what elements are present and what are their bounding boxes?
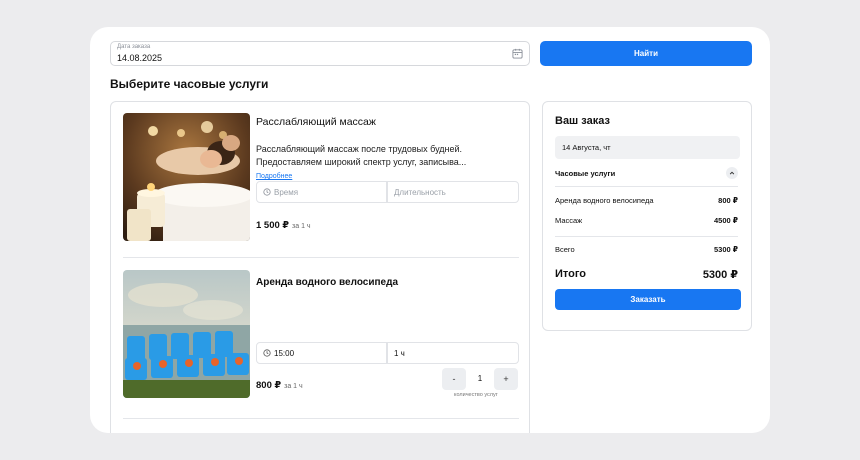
total-label: Итого [555, 268, 587, 280]
boats-image [123, 270, 250, 398]
service-name: Аренда водного велосипеда [256, 277, 399, 288]
order-submit-button[interactable]: Заказать [555, 289, 741, 310]
order-item-price: 800 ₽ [718, 196, 738, 205]
service-price: 1 500 ₽ за 1 ч [256, 220, 311, 231]
price-unit: за 1 ч [292, 223, 311, 230]
order-date-label: Дата заказа [117, 44, 151, 50]
time-placeholder: Время [274, 187, 299, 197]
service-description: Расслабляющий массаж после трудовых будн… [256, 144, 467, 167]
total-value: 5300 ₽ [702, 269, 738, 281]
quantity-caption: количество услуг [454, 392, 498, 398]
order-sum-row: Всего 5300 ₽ [555, 245, 738, 254]
price-value: 800 ₽ [256, 380, 282, 391]
more-link[interactable]: Подробнее [256, 173, 292, 180]
order-item-price: 4500 ₽ [714, 216, 738, 225]
section-title: Выберите часовые услуги [110, 77, 269, 91]
sum-label: Всего [555, 245, 575, 254]
group-header[interactable]: Часовые услуги [555, 167, 738, 179]
calendar-icon[interactable] [512, 48, 523, 59]
order-item-name: Аренда водного велосипеда [555, 196, 654, 205]
time-select[interactable]: 15:00 [256, 342, 387, 364]
divider [555, 236, 738, 237]
order-item-name: Массаж [555, 216, 583, 225]
duration-select[interactable]: Длительность [387, 181, 519, 203]
service-price: 800 ₽ за 1 ч [256, 380, 303, 391]
duration-value: 1 ч [394, 348, 405, 358]
order-item: Массаж 4500 ₽ [555, 216, 738, 225]
sum-value: 5300 ₽ [714, 245, 738, 254]
booking-card: Дата заказа 14.08.2025 Найти Выберите ча… [90, 27, 770, 433]
duration-placeholder: Длительность [394, 187, 446, 197]
divider [555, 186, 738, 187]
clock-icon [263, 349, 271, 357]
order-total-row: Итого 5300 ₽ [555, 268, 738, 281]
divider [123, 418, 519, 419]
divider [123, 257, 519, 258]
time-value: 15:00 [274, 348, 295, 358]
price-value: 1 500 ₽ [256, 220, 290, 231]
decrement-button[interactable]: - [442, 368, 466, 390]
order-date-field[interactable]: Дата заказа 14.08.2025 [110, 41, 530, 66]
increment-button[interactable]: + [494, 368, 518, 390]
time-select[interactable]: Время [256, 181, 387, 203]
chevron-up-icon[interactable] [726, 167, 738, 179]
group-label: Часовые услуги [555, 168, 616, 178]
massage-image [123, 113, 250, 241]
service-card-massage: Расслабляющий массаж Расслабляющий масса… [123, 113, 519, 243]
service-card-boats: Аренда водного велосипеда 15:00 1 ч 800 … [123, 270, 519, 410]
duration-select[interactable]: 1 ч [387, 342, 519, 364]
find-button[interactable]: Найти [540, 41, 752, 66]
service-name: Расслабляющий массаж [256, 116, 376, 128]
order-title: Ваш заказ [555, 115, 610, 127]
order-item: Аренда водного велосипеда 800 ₽ [555, 196, 738, 205]
order-date: 14 Августа, чт [555, 136, 740, 159]
quantity-value: 1 [477, 374, 483, 383]
clock-icon [263, 188, 271, 196]
price-unit: за 1 ч [284, 383, 303, 390]
services-list: Расслабляющий массаж Расслабляющий масса… [110, 101, 530, 433]
order-summary: Ваш заказ 14 Августа, чт Часовые услуги … [542, 101, 752, 331]
order-date-value[interactable]: 14.08.2025 [117, 53, 162, 63]
